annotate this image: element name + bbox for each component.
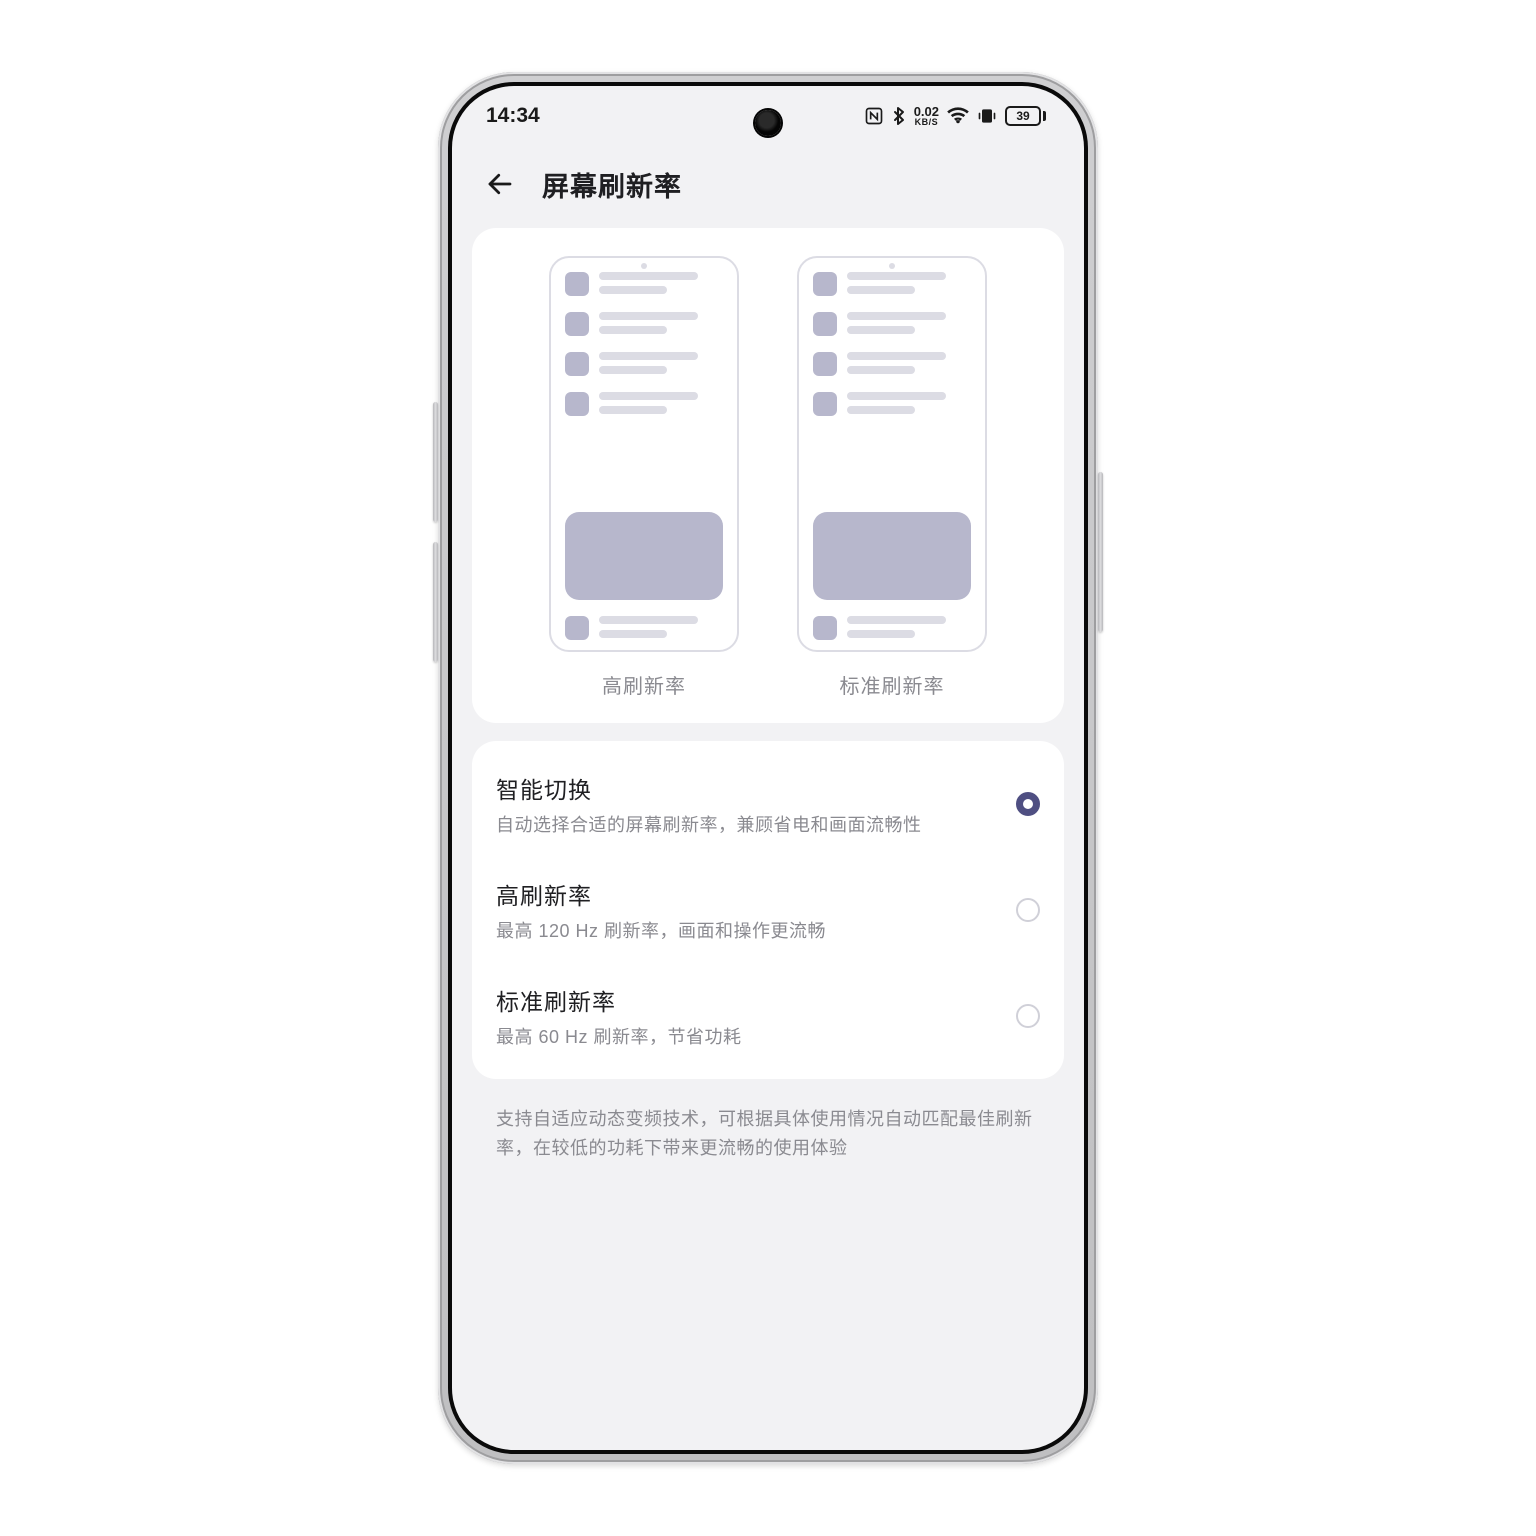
- network-speed-unit: KB/S: [915, 118, 939, 126]
- nfc-icon: [864, 106, 884, 126]
- option-title: 智能切换: [496, 771, 1000, 805]
- back-button[interactable]: [480, 164, 520, 204]
- option-title: 标准刷新率: [496, 983, 1000, 1017]
- vibrate-icon: [977, 107, 997, 125]
- network-speed-indicator: 0.02 KB/S: [914, 106, 939, 126]
- volume-up-button: [433, 402, 438, 522]
- option-smart-switch[interactable]: 智能切换 自动选择合适的屏幕刷新率，兼顾省电和画面流畅性: [496, 751, 1040, 857]
- radio-selected-icon: [1016, 792, 1040, 816]
- title-bar: 屏幕刷新率: [452, 146, 1084, 228]
- front-camera: [755, 110, 781, 136]
- preview-label-high: 高刷新率: [602, 670, 686, 699]
- radio-unselected-icon: [1016, 898, 1040, 922]
- power-button: [1098, 472, 1103, 632]
- bluetooth-icon: [892, 106, 906, 126]
- battery-tip: [1043, 111, 1046, 121]
- content-area: 高刷新率 标准刷新率: [452, 228, 1084, 1450]
- phone-frame: 14:34 0.02 KB/S: [438, 72, 1098, 1464]
- page-title: 屏幕刷新率: [542, 165, 682, 204]
- preview-standard-refresh: 标准刷新率: [782, 256, 1002, 699]
- phone-bezel: 14:34 0.02 KB/S: [448, 82, 1088, 1454]
- option-subtitle: 最高 60 Hz 刷新率，节省功耗: [496, 1023, 1000, 1049]
- radio-unselected-icon: [1016, 1004, 1040, 1028]
- status-time: 14:34: [486, 104, 540, 128]
- option-high-refresh[interactable]: 高刷新率 最高 120 Hz 刷新率，画面和操作更流畅: [496, 857, 1040, 963]
- preview-mockup-high: [549, 256, 739, 652]
- preview-high-refresh: 高刷新率: [534, 256, 754, 699]
- option-subtitle: 最高 120 Hz 刷新率，画面和操作更流畅: [496, 917, 1000, 943]
- status-right: 0.02 KB/S 39: [864, 106, 1046, 126]
- refresh-rate-options-card: 智能切换 自动选择合适的屏幕刷新率，兼顾省电和画面流畅性 高刷新率 最高 120…: [472, 741, 1064, 1079]
- volume-down-button: [433, 542, 438, 662]
- battery-percentage: 39: [1005, 106, 1041, 126]
- option-standard-refresh[interactable]: 标准刷新率 最高 60 Hz 刷新率，节省功耗: [496, 963, 1040, 1069]
- option-subtitle: 自动选择合适的屏幕刷新率，兼顾省电和画面流畅性: [496, 811, 1000, 837]
- preview-mockup-standard: [797, 256, 987, 652]
- preview-label-standard: 标准刷新率: [840, 670, 945, 699]
- footer-note: 支持自适应动态变频技术，可根据具体使用情况自动匹配最佳刷新率，在较低的功耗下带来…: [472, 1097, 1064, 1163]
- option-title: 高刷新率: [496, 877, 1000, 911]
- refresh-rate-preview-card: 高刷新率 标准刷新率: [472, 228, 1064, 723]
- arrow-left-icon: [485, 169, 515, 199]
- battery-indicator: 39: [1005, 106, 1046, 126]
- wifi-icon: [947, 107, 969, 125]
- screen: 14:34 0.02 KB/S: [452, 86, 1084, 1450]
